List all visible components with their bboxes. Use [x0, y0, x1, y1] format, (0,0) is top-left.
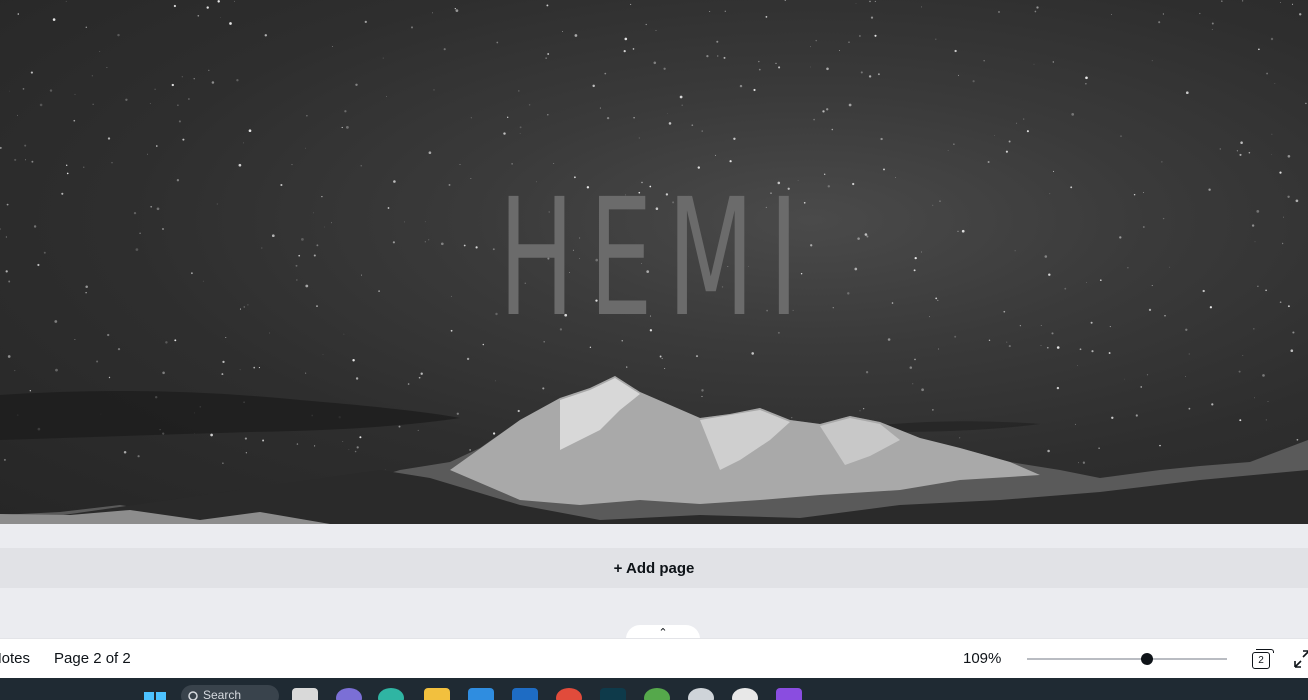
design-canvas[interactable]: HEMI [0, 0, 1308, 524]
file-explorer-icon[interactable] [292, 688, 318, 700]
os-taskbar: Search [0, 678, 1308, 700]
pages-count: 2 [1252, 652, 1270, 669]
chrome-canary-icon[interactable] [644, 688, 670, 700]
taskbar-search-label: Search [203, 688, 242, 700]
settings-icon[interactable] [732, 688, 758, 700]
collapse-panel-button[interactable]: ⌃ [626, 625, 700, 639]
editor-footer: Notes Page 2 of 2 109% 2 [0, 638, 1308, 678]
page-grid-button[interactable]: 2 [1252, 649, 1274, 669]
notes-label: Notes [0, 650, 30, 667]
mail-icon[interactable] [512, 688, 538, 700]
add-page-button[interactable]: + Add page [0, 548, 1308, 588]
edge-icon[interactable] [378, 688, 404, 700]
terminal-icon[interactable] [600, 688, 626, 700]
clipchamp-icon[interactable] [776, 688, 802, 700]
windows-start-icon[interactable] [142, 688, 168, 700]
notes-button[interactable]: Notes [0, 639, 30, 679]
page-indicator[interactable]: Page 2 of 2 [54, 639, 131, 679]
teams-icon[interactable] [336, 688, 362, 700]
zoom-slider-thumb[interactable] [1141, 653, 1153, 665]
clock-icon[interactable] [688, 688, 714, 700]
chrome-icon[interactable] [556, 688, 582, 700]
zoom-slider-track[interactable] [1027, 658, 1227, 660]
search-icon [188, 691, 198, 700]
expand-icon [1294, 650, 1308, 668]
folder-icon[interactable] [424, 688, 450, 700]
store-icon[interactable] [468, 688, 494, 700]
add-page-label: + Add page [613, 559, 695, 577]
canvas-title-text[interactable]: HEMI [243, 178, 1054, 340]
fullscreen-button[interactable] [1294, 650, 1308, 668]
taskbar-search[interactable]: Search [181, 685, 279, 700]
zoom-value[interactable]: 109% [963, 639, 1001, 679]
